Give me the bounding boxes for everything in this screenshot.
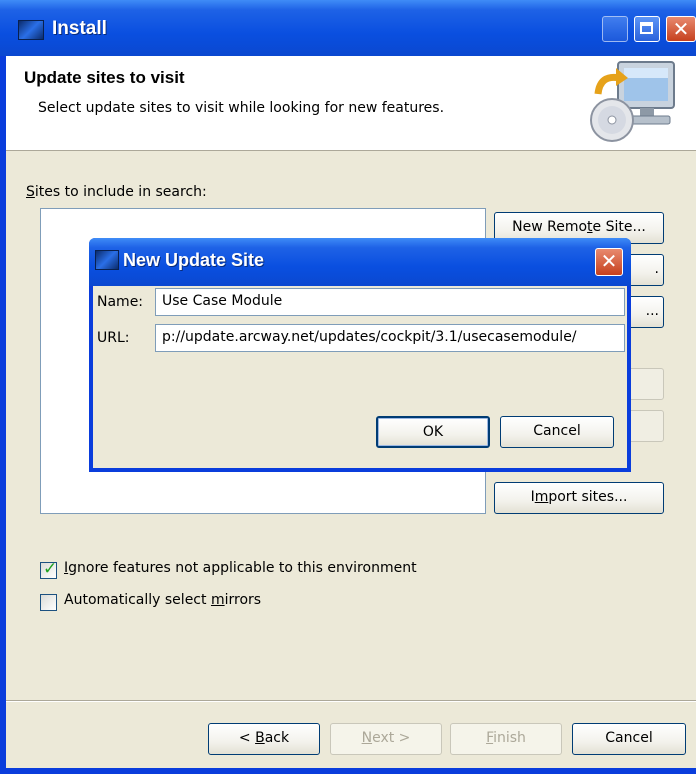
maximize-icon	[640, 22, 653, 34]
auto-select-mirrors-label[interactable]: Automatically select mirrors	[64, 592, 261, 608]
url-input[interactable]: p://update.arcway.net/updates/cockpit/3.…	[155, 324, 625, 352]
cancel-button[interactable]: Cancel	[572, 723, 686, 755]
page-description: Select update sites to visit while looki…	[38, 100, 445, 116]
ok-button[interactable]: OK	[376, 416, 490, 448]
dialog-title-bar[interactable]: New Update Site ✕	[89, 238, 631, 286]
window-title: Install	[52, 18, 107, 39]
dialog-title: New Update Site	[123, 250, 265, 270]
ignore-features-checkbox[interactable]: ✓	[40, 559, 58, 579]
dialog-body: Name: Use Case Module URL: p://update.ar…	[93, 286, 627, 468]
checkmark-icon: ✓	[43, 559, 58, 579]
page-title: Update sites to visit	[24, 68, 185, 87]
close-icon: ✕	[600, 249, 618, 273]
ignore-features-label[interactable]: Ignore features not applicable to this e…	[64, 560, 417, 576]
title-bar[interactable]: Install ✕	[0, 0, 696, 56]
auto-select-mirrors-checkbox[interactable]	[40, 594, 57, 611]
back-button[interactable]: < Back	[208, 723, 320, 755]
close-button[interactable]: ✕	[666, 16, 696, 42]
dialog-cancel-button[interactable]: Cancel	[500, 416, 614, 448]
new-update-site-dialog: New Update Site ✕ Name: Use Case Module …	[89, 238, 631, 472]
install-app-icon	[18, 20, 44, 40]
computer-update-icon	[590, 61, 675, 142]
footer-separator	[6, 700, 696, 702]
next-button[interactable]: Next >	[330, 723, 442, 755]
name-label: Name:	[97, 294, 144, 310]
close-icon: ✕	[672, 17, 690, 41]
minimize-button[interactable]	[602, 16, 628, 42]
dialog-close-button[interactable]: ✕	[595, 248, 623, 276]
dialog-app-icon	[95, 250, 119, 270]
import-sites-button[interactable]: Import sites...	[494, 482, 664, 514]
finish-button[interactable]: Finish	[450, 723, 562, 755]
sites-label: Sites to include in search:	[26, 184, 207, 200]
url-label: URL:	[97, 330, 130, 346]
maximize-button[interactable]	[634, 16, 660, 42]
name-input[interactable]: Use Case Module	[155, 288, 625, 316]
wizard-header: Update sites to visit Select update site…	[6, 56, 696, 151]
